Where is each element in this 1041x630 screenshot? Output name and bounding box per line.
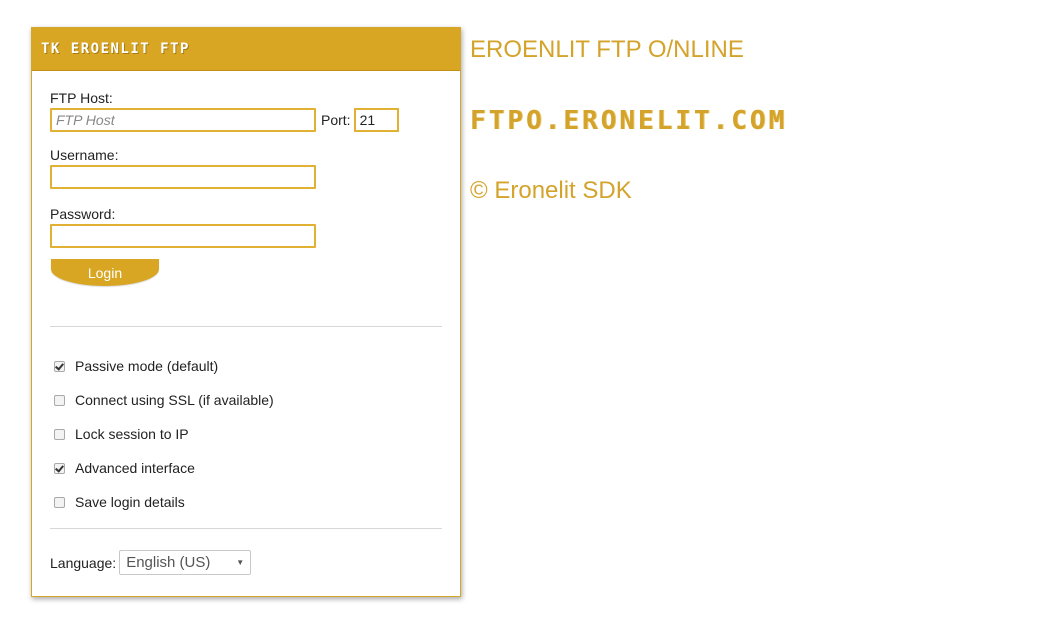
option-label: Connect using SSL (if available) bbox=[75, 392, 274, 408]
side-title: EROENLIT FTP O/NLINE bbox=[470, 36, 744, 63]
checkbox[interactable] bbox=[54, 360, 65, 372]
login-button[interactable]: Login bbox=[51, 259, 159, 286]
language-select[interactable]: English (US) ▼ bbox=[119, 550, 252, 575]
password-label: Password: bbox=[50, 206, 116, 222]
checkbox[interactable] bbox=[54, 462, 65, 474]
port-input[interactable] bbox=[353, 108, 399, 132]
option-advanced-interface[interactable]: Advanced interface bbox=[54, 451, 274, 485]
option-label: Save login details bbox=[75, 494, 185, 510]
checkbox[interactable] bbox=[54, 428, 65, 440]
side-copyright: © Eronelit SDK bbox=[470, 177, 632, 204]
option-label: Lock session to IP bbox=[75, 426, 189, 442]
login-panel: TK EROENLIT FTP FTP Host: Port: Username… bbox=[31, 27, 461, 597]
panel-title: TK EROENLIT FTP bbox=[41, 41, 190, 57]
port-label: Port: bbox=[321, 112, 351, 128]
divider-top bbox=[50, 326, 442, 327]
option-label: Advanced interface bbox=[75, 460, 195, 476]
checkbox[interactable] bbox=[54, 394, 65, 406]
host-label: FTP Host: bbox=[50, 90, 113, 106]
language-row: Language: English (US) ▼ bbox=[50, 550, 252, 575]
option-save-login[interactable]: Save login details bbox=[54, 485, 274, 519]
option-lock-ip[interactable]: Lock session to IP bbox=[54, 417, 274, 451]
divider-bottom bbox=[50, 528, 442, 529]
username-input[interactable] bbox=[50, 165, 316, 189]
option-label: Passive mode (default) bbox=[75, 358, 219, 374]
checkbox[interactable] bbox=[54, 496, 65, 508]
host-input[interactable] bbox=[50, 108, 316, 132]
username-label: Username: bbox=[50, 147, 119, 163]
options-list: Passive mode (default) Connect using SSL… bbox=[54, 349, 274, 519]
login-form: FTP Host: Port: Username: Password: bbox=[50, 90, 445, 248]
option-passive-mode[interactable]: Passive mode (default) bbox=[54, 349, 274, 383]
language-selected: English (US) bbox=[126, 554, 211, 571]
option-ssl[interactable]: Connect using SSL (if available) bbox=[54, 383, 274, 417]
panel-header: TK EROENLIT FTP bbox=[32, 28, 460, 71]
language-label: Language: bbox=[50, 554, 117, 571]
password-input[interactable] bbox=[50, 224, 316, 248]
side-domain: FTPO.ERONELIT.COM bbox=[470, 106, 788, 136]
chevron-down-icon: ▼ bbox=[236, 558, 245, 567]
